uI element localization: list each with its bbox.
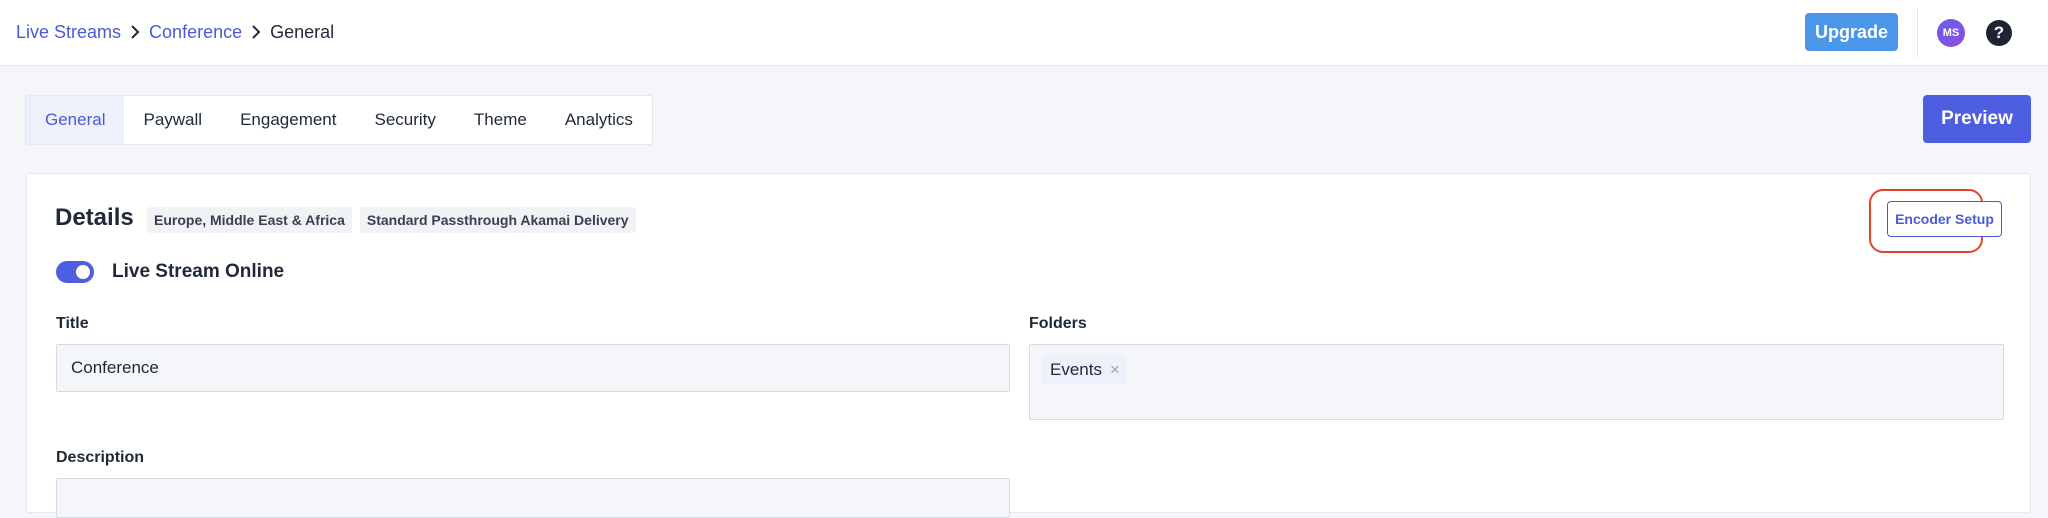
title-label: Title xyxy=(56,315,89,332)
description-input[interactable] xyxy=(56,478,1010,518)
tab-security[interactable]: Security xyxy=(355,96,454,144)
tab-engagement[interactable]: Engagement xyxy=(221,96,355,144)
settings-tabs: General Paywall Engagement Security Them… xyxy=(25,95,653,145)
folders-input[interactable]: Events × xyxy=(1029,344,2004,420)
details-title: Details xyxy=(55,204,134,231)
breadcrumb-general: General xyxy=(270,21,335,42)
avatar[interactable]: MS xyxy=(1937,19,1965,47)
close-icon[interactable]: × xyxy=(1110,360,1120,380)
live-stream-online-label: Live Stream Online xyxy=(112,261,285,282)
breadcrumb-live-streams[interactable]: Live Streams xyxy=(16,22,121,43)
header-divider xyxy=(1917,8,1918,58)
tab-paywall[interactable]: Paywall xyxy=(124,96,221,144)
description-label: Description xyxy=(56,449,145,466)
question-circle-icon[interactable]: ? xyxy=(1986,20,2012,46)
top-header: Live Streams Conference General Upgrade … xyxy=(0,0,2048,66)
details-badges: Europe, Middle East & Africa Standard Pa… xyxy=(147,207,636,233)
folder-chip-events: Events × xyxy=(1042,355,1126,385)
chevron-right-icon xyxy=(242,21,270,43)
tab-general[interactable]: General xyxy=(26,96,125,144)
live-stream-online-row: Live Stream Online xyxy=(56,261,284,283)
details-card: Details Europe, Middle East & Africa Sta… xyxy=(26,173,2031,518)
tab-analytics[interactable]: Analytics xyxy=(546,96,652,144)
folder-chip-label: Events xyxy=(1050,360,1102,379)
delivery-badge: Standard Passthrough Akamai Delivery xyxy=(359,207,636,233)
chevron-right-icon xyxy=(121,21,149,43)
region-badge: Europe, Middle East & Africa xyxy=(147,207,352,233)
upgrade-button[interactable]: Upgrade xyxy=(1805,13,1898,51)
tab-theme[interactable]: Theme xyxy=(455,96,546,144)
folders-label: Folders xyxy=(1029,315,1087,332)
live-stream-online-toggle[interactable] xyxy=(56,261,94,283)
breadcrumb-conference[interactable]: Conference xyxy=(149,22,242,43)
preview-button[interactable]: Preview xyxy=(1923,95,2031,143)
encoder-setup-button[interactable]: Encoder Setup xyxy=(1887,201,2002,237)
title-input-value: Conference xyxy=(71,358,159,377)
title-input[interactable]: Conference xyxy=(56,344,1010,392)
toggle-knob xyxy=(76,265,90,279)
breadcrumb: Live Streams Conference General xyxy=(16,0,334,64)
